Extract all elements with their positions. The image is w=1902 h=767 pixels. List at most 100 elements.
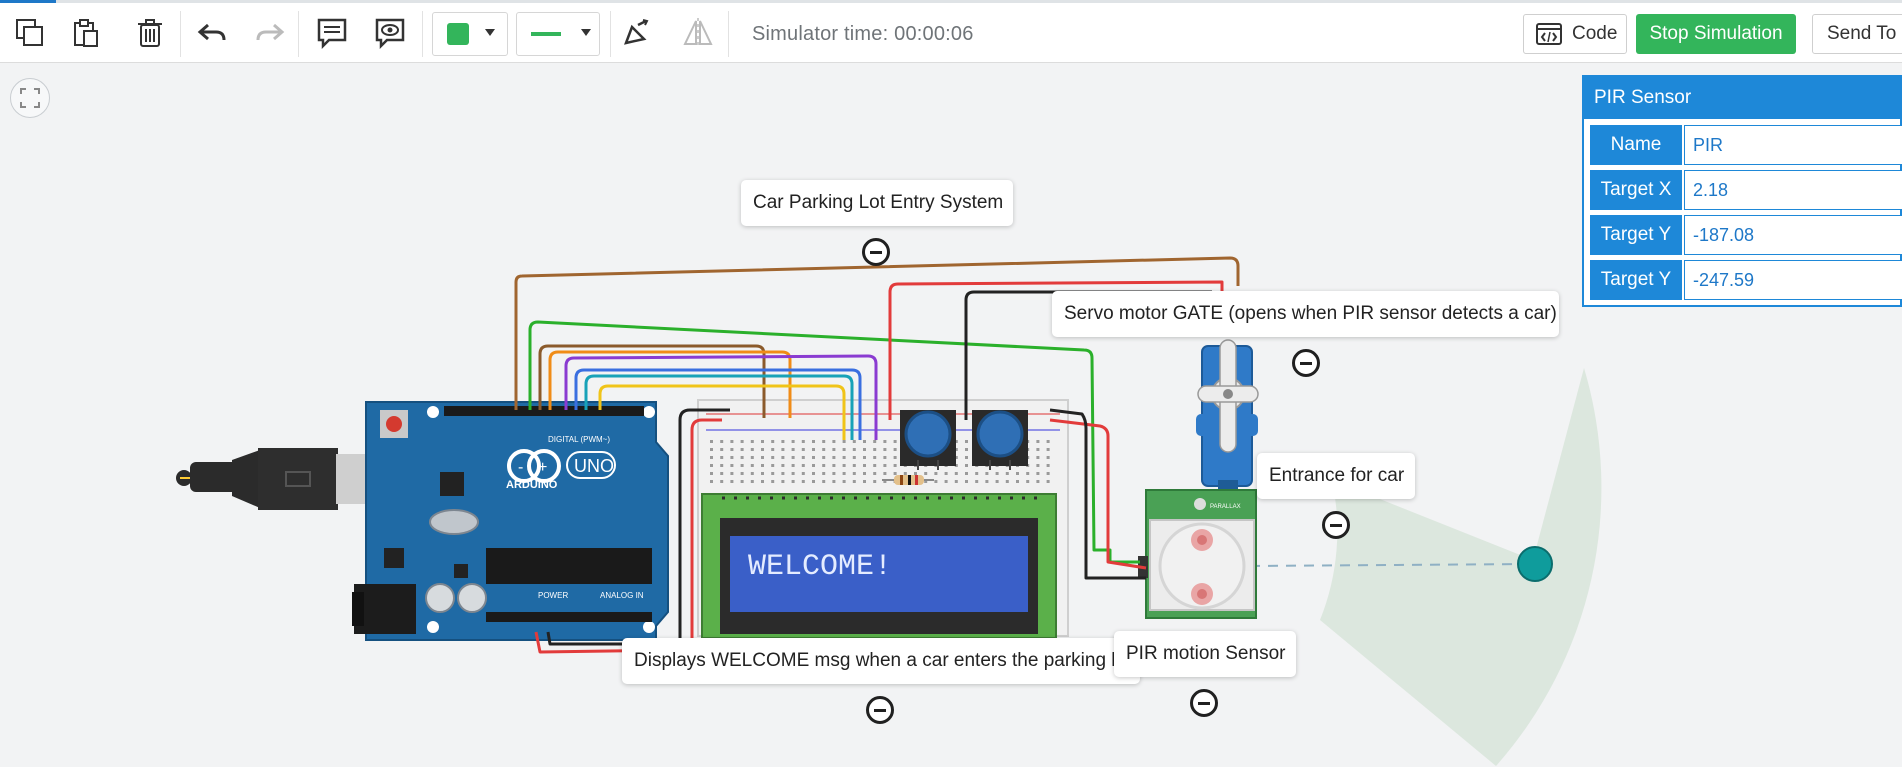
breadboard-hole (761, 464, 764, 467)
breadboard-hole (791, 456, 795, 459)
breadboard-hole (730, 472, 734, 475)
note-title[interactable]: Car Parking Lot Entry System (741, 180, 1013, 226)
breadboard-hole (893, 472, 897, 475)
rotate-button[interactable] (614, 11, 658, 55)
breadboard-hole (720, 440, 724, 443)
visibility-icon (375, 18, 405, 50)
breadboard-hole (863, 480, 866, 483)
breadboard-hole (720, 480, 724, 483)
breadboard-hole (863, 472, 866, 475)
breadboard-hole (934, 472, 938, 475)
breadboard-hole (934, 480, 938, 483)
breadboard-hole (771, 464, 775, 467)
breadboard-hole (842, 472, 846, 475)
code-button[interactable]: Code (1523, 14, 1627, 54)
breadboard-hole (720, 472, 724, 475)
breadboard-hole (965, 464, 968, 467)
delete-button[interactable] (128, 11, 172, 55)
breadboard-hole (1046, 448, 1050, 451)
collapse-icon[interactable] (866, 696, 894, 724)
flip-button[interactable] (676, 11, 720, 55)
line-style-dropdown[interactable] (516, 12, 600, 56)
breadboard-hole (863, 440, 866, 443)
delete-icon (138, 19, 162, 47)
inspector-panel: PIR Sensor Name PIR Target X 2.18 Target… (1582, 75, 1902, 307)
breadboard-hole (883, 472, 887, 475)
breadboard-hole (720, 456, 724, 459)
arduino-power-label: POWER (538, 591, 568, 600)
breadboard-hole (914, 472, 917, 475)
breadboard-hole (822, 448, 826, 451)
breadboard-hole (1036, 472, 1040, 475)
breadboard-hole (1046, 456, 1050, 459)
breadboard-hole (822, 480, 826, 483)
name-field[interactable]: PIR (1684, 125, 1902, 165)
breadboard-hole (710, 480, 713, 483)
collapse-icon[interactable] (862, 238, 890, 266)
breadboard-hole (781, 456, 785, 459)
paste-button[interactable] (64, 11, 108, 55)
inspector-row-target-y: Target Y -187.08 (1590, 215, 1902, 255)
breadboard-hole (740, 464, 744, 467)
paste-icon (74, 19, 98, 47)
stop-simulation-button[interactable]: Stop Simulation (1636, 14, 1796, 54)
inspector-row-name: Name PIR (1590, 125, 1902, 165)
note-entrance[interactable]: Entrance for car (1257, 453, 1415, 499)
code-icon (1536, 23, 1562, 45)
breadboard-hole (750, 464, 754, 467)
breadboard-hole (812, 472, 815, 475)
undo-button[interactable] (190, 11, 234, 55)
breadboard-hole (761, 448, 764, 451)
fit-view-icon (20, 88, 40, 108)
breadboard-hole (771, 440, 775, 443)
send-to-button[interactable]: Send To (1812, 14, 1902, 54)
breadboard-hole (730, 464, 734, 467)
breadboard-hole (1026, 472, 1030, 475)
pir-sensor: PARALLAX (1138, 489, 1257, 619)
breadboard-hole (832, 448, 836, 451)
toolbar-separator (180, 11, 181, 57)
note-servo[interactable]: Servo motor GATE (opens when PIR sensor … (1052, 291, 1559, 337)
collapse-icon[interactable] (1292, 349, 1320, 377)
target-y-field-2[interactable]: -247.59 (1684, 260, 1902, 300)
breadboard-hole (812, 480, 815, 483)
breadboard-hole (791, 464, 795, 467)
breadboard-hole (1036, 448, 1040, 451)
breadboard-hole (750, 440, 754, 443)
breadboard-hole (740, 440, 744, 443)
breadboard-hole (801, 480, 805, 483)
breadboard-hole (1005, 472, 1009, 475)
breadboard-hole (965, 456, 968, 459)
breadboard-hole (740, 472, 744, 475)
breadboard-hole (832, 480, 836, 483)
breadboard-hole (985, 472, 989, 475)
note-lcd[interactable]: Displays WELCOME msg when a car enters t… (622, 638, 1140, 684)
toolbar-separator (610, 11, 611, 57)
copy-button[interactable] (8, 11, 52, 55)
breadboard-hole (1036, 456, 1040, 459)
collapse-icon[interactable] (1322, 511, 1350, 539)
arduino-uno-board: - + ARDUINO UNO DIGITAL (PWM~) POWER ANA… (352, 401, 669, 641)
pir-detection-zone (1320, 368, 1602, 766)
breadboard-hole (750, 448, 754, 451)
breadboard-hole (771, 448, 775, 451)
collapse-icon[interactable] (1190, 689, 1218, 717)
breadboard-hole (975, 472, 979, 475)
breadboard-hole (832, 472, 836, 475)
breadboard-hole (873, 464, 877, 467)
target-y-field[interactable]: -187.08 (1684, 215, 1902, 255)
target-x-field[interactable]: 2.18 (1684, 170, 1902, 210)
breadboard-hole (1036, 480, 1040, 483)
breadboard-hole (710, 440, 713, 443)
visibility-button[interactable] (368, 11, 412, 55)
breadboard-hole (710, 472, 713, 475)
fill-color-dropdown[interactable] (432, 12, 508, 56)
note-pir[interactable]: PIR motion Sensor (1114, 631, 1296, 677)
breadboard-hole (842, 456, 846, 459)
notes-button[interactable] (310, 11, 354, 55)
zoom-to-fit-button[interactable] (10, 78, 50, 118)
breadboard-hole (903, 472, 907, 475)
breadboard-hole (740, 480, 744, 483)
breadboard-hole (852, 440, 856, 443)
redo-button[interactable] (248, 11, 292, 55)
